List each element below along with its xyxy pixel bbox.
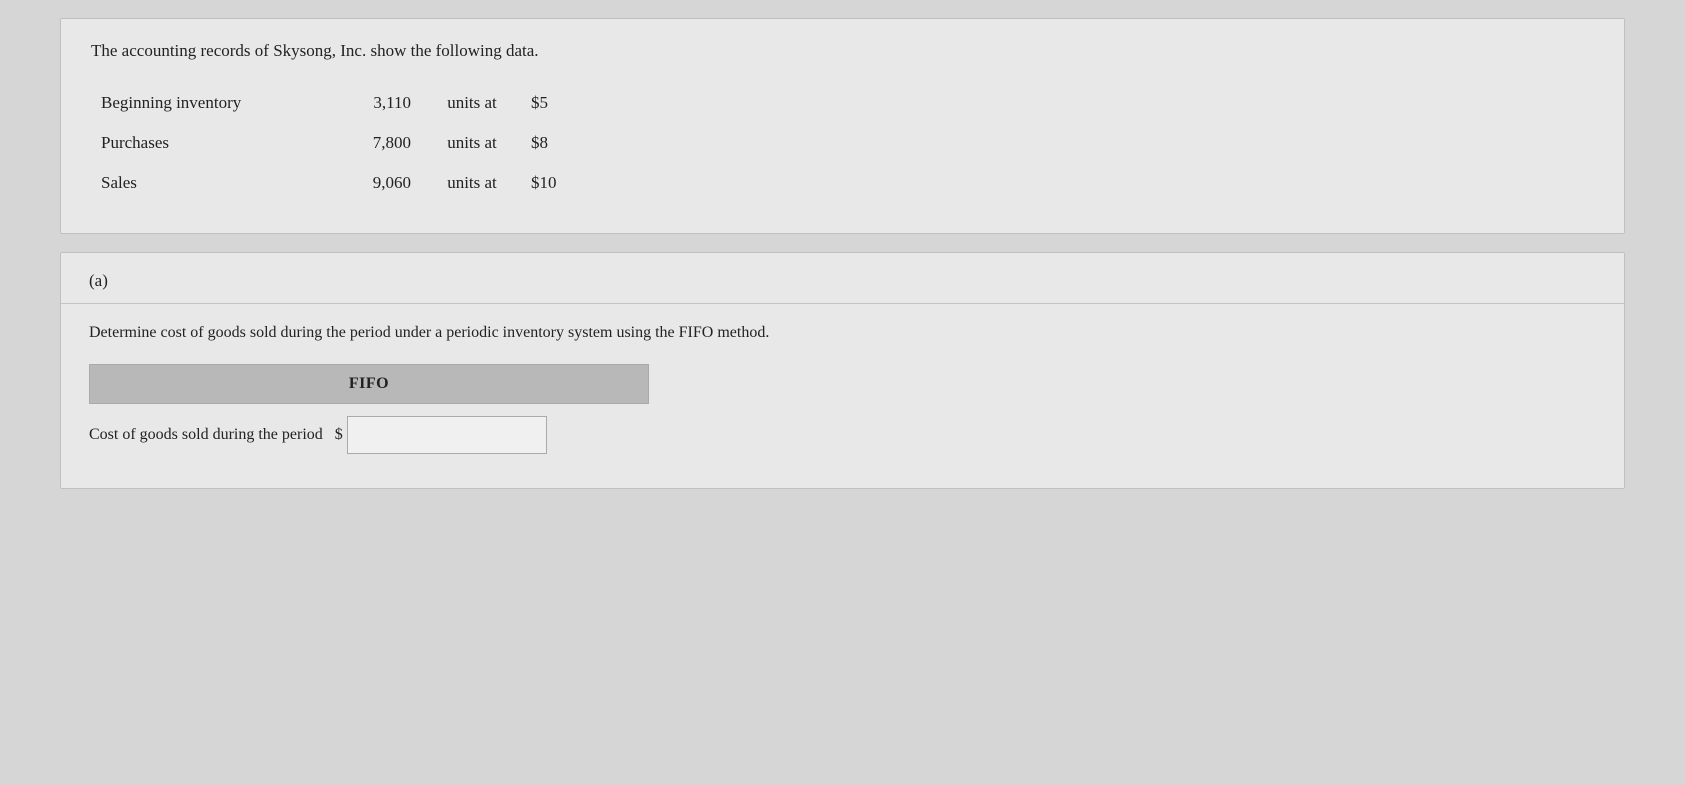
row-units-purchases: units at bbox=[411, 133, 521, 153]
row-qty-beginning-inventory: 3,110 bbox=[321, 93, 411, 113]
fifo-cogs-input[interactable] bbox=[347, 416, 547, 454]
row-qty-sales: 9,060 bbox=[321, 173, 411, 193]
section-a-label: (a) bbox=[61, 253, 1624, 304]
data-table: Beginning inventory 3,110 units at $5 Pu… bbox=[91, 83, 1594, 203]
row-units-sales: units at bbox=[411, 173, 521, 193]
row-price-purchases: $8 bbox=[521, 133, 591, 153]
section-a-card: (a) Determine cost of goods sold during … bbox=[60, 252, 1625, 489]
row-qty-purchases: 7,800 bbox=[321, 133, 411, 153]
fifo-input-row: Cost of goods sold during the period $ bbox=[89, 404, 649, 458]
row-price-beginning-inventory: $5 bbox=[521, 93, 591, 113]
fifo-table: FIFO Cost of goods sold during the perio… bbox=[89, 364, 649, 458]
page-wrapper: The accounting records of Skysong, Inc. … bbox=[0, 18, 1685, 785]
fifo-header-label: FIFO bbox=[349, 375, 389, 393]
table-row: Beginning inventory 3,110 units at $5 bbox=[101, 83, 1594, 123]
intro-text: The accounting records of Skysong, Inc. … bbox=[91, 41, 1594, 61]
row-price-sales: $10 bbox=[521, 173, 591, 193]
cogs-label: Cost of goods sold during the period bbox=[89, 426, 323, 444]
row-label-sales: Sales bbox=[101, 173, 321, 193]
row-units-beginning-inventory: units at bbox=[411, 93, 521, 113]
dollar-sign: $ bbox=[335, 426, 343, 444]
section-a-body: Determine cost of goods sold during the … bbox=[61, 304, 1624, 488]
fifo-header-row: FIFO bbox=[89, 364, 649, 404]
row-label-purchases: Purchases bbox=[101, 133, 321, 153]
top-card: The accounting records of Skysong, Inc. … bbox=[60, 18, 1625, 234]
row-label-beginning-inventory: Beginning inventory bbox=[101, 93, 321, 113]
table-row: Purchases 7,800 units at $8 bbox=[101, 123, 1594, 163]
section-description: Determine cost of goods sold during the … bbox=[89, 324, 1596, 342]
table-row: Sales 9,060 units at $10 bbox=[101, 163, 1594, 203]
